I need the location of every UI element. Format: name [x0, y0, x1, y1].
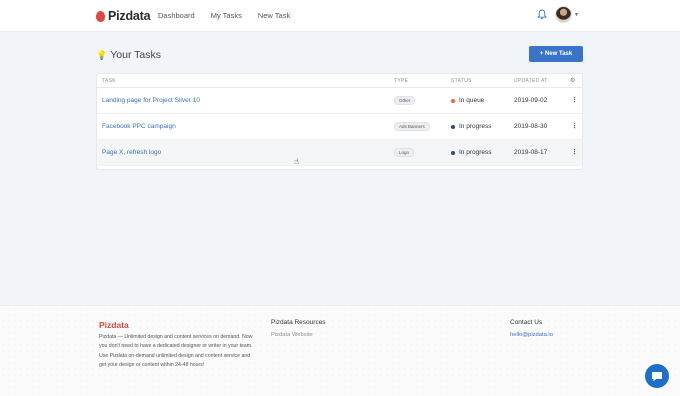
chat-button[interactable] — [645, 364, 669, 388]
kebab-icon[interactable]: ⋮ — [571, 122, 578, 130]
app-logo[interactable]: Pizdata — [96, 8, 151, 24]
chat-icon — [652, 371, 662, 381]
updated-date: 2019-08-17 — [514, 149, 548, 156]
footer-contact-title: Contact Us — [510, 319, 543, 326]
status-text: In progress — [459, 123, 492, 130]
status-text: In queue — [459, 97, 485, 104]
nav-dashboard[interactable]: Dashboard — [158, 11, 195, 20]
type-badge: Logo — [394, 148, 415, 157]
kebab-icon[interactable]: ⋮ — [571, 96, 578, 104]
status-cell: In progress — [451, 149, 492, 156]
footer-email-link[interactable]: hello@pizdata.io — [510, 332, 553, 338]
table-row[interactable]: Landing page for Project Silver 10 Other… — [97, 88, 582, 114]
footer-brand: Pizdata — [99, 320, 129, 330]
table-row[interactable]: Page X, refresh logo Logo In progress 20… — [97, 140, 582, 166]
main-nav: Dashboard My Tasks New Task — [158, 11, 290, 20]
chevron-down-icon[interactable]: ▼ — [574, 12, 579, 18]
column-header-updated[interactable]: UPDATED AT — [514, 78, 548, 84]
status-cell: In progress — [451, 123, 492, 130]
column-header-status[interactable]: STATUS — [451, 78, 472, 84]
page-title: 💡 Your Tasks — [96, 48, 161, 62]
pointer-cursor-icon: ☝ — [294, 157, 299, 166]
table-row[interactable]: Facebook PPC campaign Ads Banners In pro… — [97, 114, 582, 140]
nav-my-tasks[interactable]: My Tasks — [211, 11, 242, 20]
kebab-icon[interactable]: ⋮ — [571, 148, 578, 156]
column-header-type[interactable]: TYPE — [394, 78, 408, 84]
type-badge: Ads Banners — [394, 122, 430, 131]
task-link[interactable]: Landing page for Project Silver 10 — [102, 97, 200, 104]
tasks-table: TASK TYPE STATUS UPDATED AT ⚙ Landing pa… — [96, 73, 583, 170]
top-navbar: Pizdata Dashboard My Tasks New Task ▼ — [0, 0, 680, 32]
column-header-task[interactable]: TASK — [102, 78, 116, 84]
bell-icon[interactable] — [537, 9, 547, 20]
logo-text: Pizdata — [108, 9, 151, 23]
footer: Pizdata Pizdata — Unlimited design and c… — [0, 305, 680, 396]
lightbulb-icon: 💡 — [96, 49, 108, 60]
status-text: In progress — [459, 149, 492, 156]
footer-website-link[interactable]: Pizdata Website — [271, 332, 313, 338]
updated-date: 2019-08-30 — [514, 123, 548, 130]
logo-mark-icon — [96, 10, 105, 22]
task-link[interactable]: Page X, refresh logo — [102, 149, 161, 156]
status-dot-icon — [451, 150, 455, 155]
status-cell: In queue — [451, 97, 484, 104]
footer-resources-title: Pizdata Resources — [271, 319, 326, 326]
new-task-button[interactable]: + New Task — [529, 46, 583, 62]
task-link[interactable]: Facebook PPC campaign — [102, 123, 176, 130]
nav-new-task[interactable]: New Task — [258, 11, 290, 20]
avatar[interactable] — [555, 6, 572, 23]
status-dot-icon — [451, 98, 455, 103]
table-header: TASK TYPE STATUS UPDATED AT ⚙ — [97, 74, 582, 88]
status-dot-icon — [451, 124, 455, 129]
type-badge: Other — [394, 96, 416, 105]
footer-description: Pizdata — Unlimited design and content s… — [99, 334, 253, 368]
page-title-text: Your Tasks — [110, 49, 162, 61]
updated-date: 2019-09-02 — [514, 97, 548, 104]
gear-icon[interactable]: ⚙ — [570, 77, 576, 84]
